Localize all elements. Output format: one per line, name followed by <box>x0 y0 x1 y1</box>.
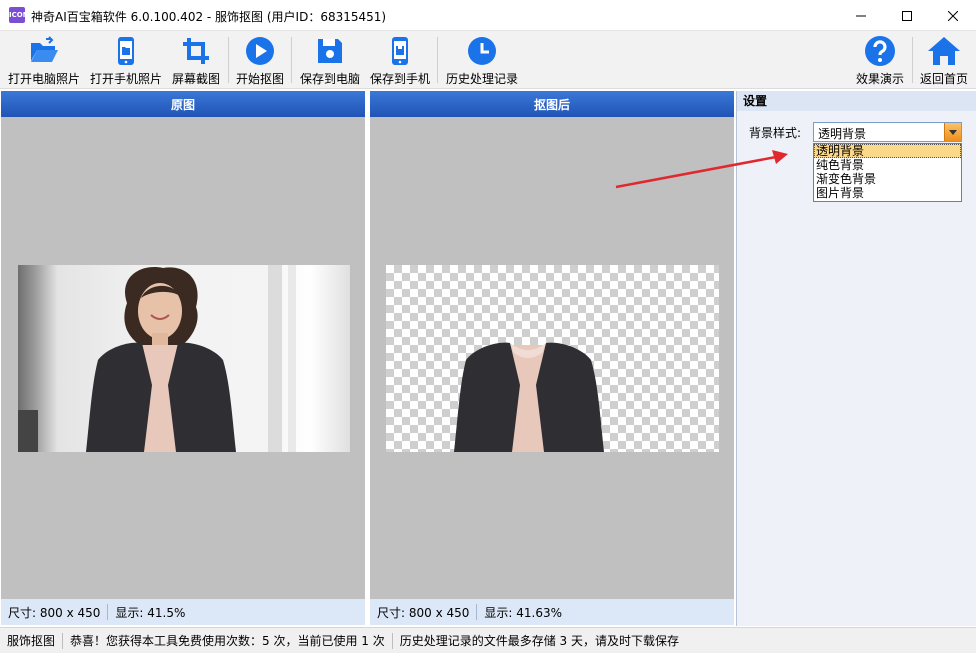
phone-folder-icon <box>118 37 134 65</box>
maximize-icon <box>902 10 912 21</box>
help-icon <box>865 36 895 66</box>
status-bar: 服饰抠图 恭喜！您获得本工具免费使用次数：5 次，当前已使用 1 次 历史处理记… <box>0 627 976 653</box>
option-image-background[interactable]: 图片背景 <box>814 186 961 200</box>
original-canvas[interactable] <box>1 117 365 599</box>
background-style-label: 背景样式: <box>749 126 802 140</box>
home-button[interactable]: 返回首页 <box>916 31 972 89</box>
save-to-pc-label: 保存到电脑 <box>299 72 360 86</box>
toolbar-separator <box>228 37 229 83</box>
original-zoom-text: 显示: 41.5% <box>115 605 186 620</box>
clothing-cutout-image <box>454 342 604 452</box>
original-photo <box>18 265 350 452</box>
background-style-select[interactable]: 透明背景 <box>813 122 962 142</box>
original-panel-title: 原图 <box>1 91 365 117</box>
result-info-bar: 尺寸: 800 x 450 显示: 41.63% <box>370 599 734 625</box>
start-cutout-label: 开始抠图 <box>235 72 284 86</box>
status-notice: 历史处理记录的文件最多存储 3 天，请及时下载保存 <box>399 634 680 648</box>
title-bar: ICON 神奇AI百宝箱软件 6.0.100.402 - 服饰抠图 (用户ID：… <box>0 0 976 31</box>
history-button[interactable]: 历史处理记录 <box>443 31 521 89</box>
window-title: 神奇AI百宝箱软件 6.0.100.402 - 服饰抠图 (用户ID：68315… <box>31 10 387 24</box>
demo-label: 效果演示 <box>855 72 904 86</box>
start-cutout-button[interactable]: 开始抠图 <box>233 31 287 89</box>
save-icon <box>318 39 342 63</box>
dropdown-toggle-button[interactable] <box>944 123 961 141</box>
original-info-bar: 尺寸: 800 x 450 显示: 41.5% <box>1 599 365 625</box>
folder-open-icon <box>31 36 58 62</box>
result-panel-title: 抠图后 <box>370 91 734 117</box>
transparent-result-image <box>386 265 719 452</box>
red-arrow-annotation <box>615 150 788 189</box>
close-icon <box>948 10 958 21</box>
status-module: 服饰抠图 <box>7 634 56 648</box>
home-label: 返回首页 <box>919 72 968 86</box>
toolbar-separator <box>912 37 913 83</box>
result-size-text: 尺寸: 800 x 450 <box>377 605 470 620</box>
screenshot-button[interactable]: 屏幕截图 <box>168 31 224 89</box>
original-size-text: 尺寸: 800 x 450 <box>8 605 101 620</box>
crop-icon <box>183 38 209 64</box>
open-phone-photo-button[interactable]: 打开手机照片 <box>88 31 164 89</box>
open-pc-photo-button[interactable]: 打开电脑照片 <box>6 31 82 89</box>
open-phone-photo-label: 打开手机照片 <box>89 72 162 86</box>
background-style-options: 透明背景 纯色背景 渐变色背景 图片背景 <box>813 143 962 202</box>
play-icon <box>246 37 274 65</box>
save-to-phone-label: 保存到手机 <box>369 72 430 86</box>
result-zoom-text: 显示: 41.63% <box>484 605 563 620</box>
close-button[interactable] <box>930 0 976 31</box>
phone-save-icon <box>392 37 408 65</box>
save-to-phone-button[interactable]: 保存到手机 <box>367 31 433 89</box>
woman-portrait-image <box>18 265 296 452</box>
history-label: 历史处理记录 <box>445 72 518 86</box>
demo-button[interactable]: 效果演示 <box>853 31 907 89</box>
option-transparent-background[interactable]: 透明背景 <box>814 144 961 158</box>
status-usage: 恭喜！您获得本工具免费使用次数：5 次，当前已使用 1 次 <box>70 634 385 648</box>
minimize-button[interactable] <box>838 0 884 31</box>
toolbar-separator <box>437 37 438 83</box>
toolbar: 打开电脑照片 打开手机照片 屏幕截图 开始抠图 保存到电脑 保存到手机 历史处理… <box>0 31 976 89</box>
minimize-icon <box>856 15 866 16</box>
app-logo-icon: ICON <box>9 7 29 23</box>
open-pc-photo-label: 打开电脑照片 <box>7 72 80 86</box>
settings-title: 设置 <box>737 91 976 111</box>
home-icon <box>928 37 960 65</box>
chevron-down-icon <box>949 129 957 135</box>
option-solid-background[interactable]: 纯色背景 <box>814 158 961 172</box>
background-style-value: 透明背景 <box>818 127 867 141</box>
option-gradient-background[interactable]: 渐变色背景 <box>814 172 961 186</box>
maximize-button[interactable] <box>884 0 930 31</box>
toolbar-separator <box>291 37 292 83</box>
save-to-pc-button[interactable]: 保存到电脑 <box>297 31 363 89</box>
clock-icon <box>468 37 496 65</box>
screenshot-label: 屏幕截图 <box>171 72 220 86</box>
